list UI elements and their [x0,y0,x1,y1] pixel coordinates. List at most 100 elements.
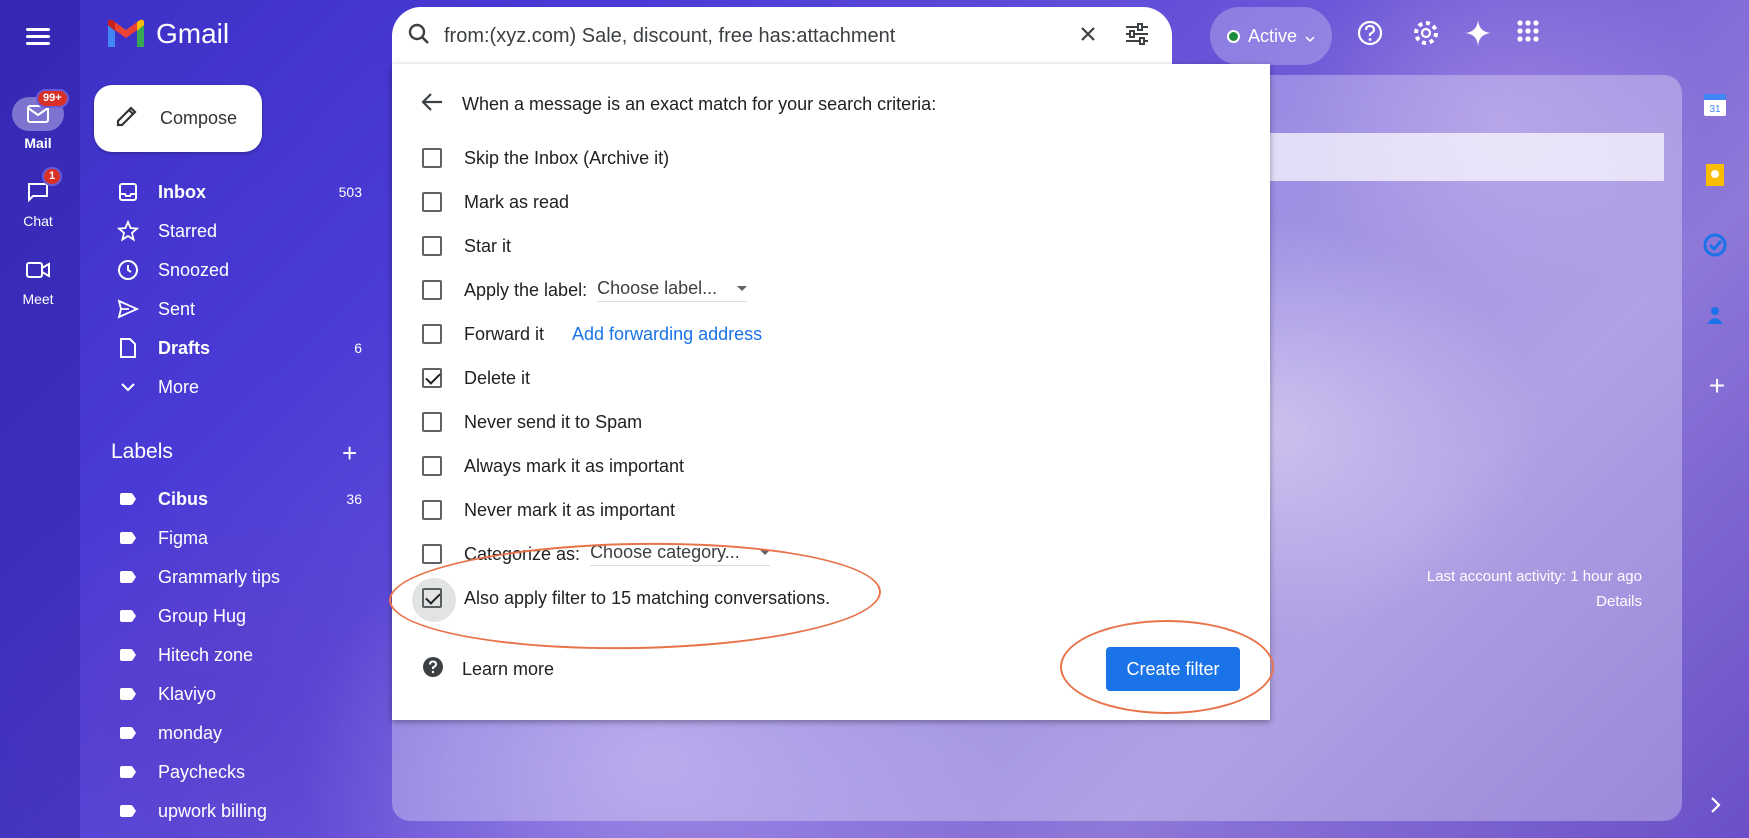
label-count: 36 [346,491,362,507]
apps-grid-icon[interactable] [1515,18,1551,54]
add-label-icon[interactable]: + [342,440,357,466]
nav-starred[interactable]: Starred [94,213,374,249]
search-input[interactable]: from:(xyz.com) Sale, discount, free has:… [444,25,1078,48]
label-icon [114,766,142,778]
label-icon [114,727,142,739]
nav-inbox[interactable]: Inbox 503 [94,174,374,210]
label-name: Hitech zone [158,644,254,665]
status-button[interactable]: Active [1210,7,1332,65]
nav-sent[interactable]: Sent [94,291,374,327]
calendar-icon[interactable]: 31 [1702,92,1732,122]
main-menu-icon[interactable] [20,20,56,52]
label-name: Grammarly tips [158,566,281,587]
toolbar-strip [1270,133,1664,181]
search-bar[interactable]: from:(xyz.com) Sale, discount, free has:… [392,7,1172,65]
option-mark-read[interactable]: Mark as read [422,187,569,217]
checkbox[interactable] [422,148,442,168]
label-icon [114,532,142,544]
label-item[interactable]: Figma [94,520,374,556]
learn-more-link[interactable]: Learn more [462,659,554,680]
option-never-spam[interactable]: Never send it to Spam [422,407,642,437]
close-icon[interactable] [1078,24,1098,49]
gear-icon[interactable] [1411,18,1447,54]
label-item[interactable]: monday [94,715,374,751]
checkbox[interactable] [422,544,442,564]
label-item[interactable]: upwork billing [94,793,374,829]
add-forwarding-address-link[interactable]: Add forwarding address [572,324,762,345]
option-always-important[interactable]: Always mark it as important [422,451,684,481]
search-icon[interactable] [406,21,432,52]
video-camera-icon [12,253,64,287]
label-item[interactable]: Grammarly tips [94,559,374,595]
chevron-right-icon[interactable] [1702,792,1732,822]
checkbox[interactable] [422,324,442,344]
mail-icon: 99+ [12,89,69,131]
checkbox[interactable] [422,192,442,212]
tasks-icon[interactable] [1702,232,1732,262]
help-icon[interactable] [1355,18,1391,54]
option-label: Skip the Inbox (Archive it) [464,147,670,168]
label-name: Cibus [158,488,209,509]
compose-button[interactable]: Compose [94,85,262,152]
label-item[interactable]: Hitech zone [94,637,374,673]
gmail-logo[interactable]: Gmail [106,18,229,50]
nav-count: 503 [338,184,362,200]
nav-label: Inbox [158,181,206,202]
rail-chat-label: Chat [23,213,53,229]
star-icon [114,220,142,242]
mail-badge: 99+ [36,89,69,108]
option-never-important[interactable]: Never mark it as important [422,495,675,525]
clock-icon [114,259,142,281]
learn-more-row[interactable]: Learn more [422,654,554,684]
checkbox[interactable] [422,280,442,300]
option-label: Delete it [464,367,531,388]
rail-meet-label: Meet [22,291,54,307]
option-apply-label[interactable]: Apply the label: Choose label... [422,275,748,305]
option-skip-inbox[interactable]: Skip the Inbox (Archive it) [422,143,669,173]
sparkle-icon[interactable] [1463,18,1499,54]
checkbox[interactable] [422,236,442,256]
keep-icon[interactable] [1702,162,1732,192]
checkbox[interactable] [422,456,442,476]
label-item[interactable]: Paychecks [94,754,374,790]
checkbox[interactable] [422,412,442,432]
rail-chat[interactable]: 1 Chat [0,167,76,229]
label-item[interactable]: Klaviyo [94,676,374,712]
details-link[interactable]: Details [1427,589,1642,614]
search-options-icon[interactable] [1124,22,1150,50]
label-icon [114,649,142,661]
label-item[interactable]: Group Hug [94,598,374,634]
add-addon-icon[interactable]: + [1702,372,1732,402]
rail-meet[interactable]: Meet [0,253,76,307]
label-name: upwork billing [158,800,268,821]
rail-mail[interactable]: 99+ Mail [0,89,76,151]
label-name: Klaviyo [158,683,217,704]
label-icon [114,610,142,622]
back-arrow-icon[interactable] [420,91,444,118]
inbox-icon [114,182,142,202]
option-star[interactable]: Star it [422,231,511,261]
label-name: Paychecks [158,761,246,782]
option-forward[interactable]: Forward it Add forwarding address [422,319,762,349]
option-label: Forward it [464,323,545,344]
pencil-icon [114,103,140,134]
option-delete[interactable]: Delete it [422,363,530,393]
label-select[interactable]: Choose label... [597,278,748,302]
nav-snoozed[interactable]: Snoozed [94,252,374,288]
nav-more[interactable]: More [94,369,374,405]
label-name: monday [158,722,223,743]
chevron-down-icon [1305,26,1315,47]
activity-text: Last account activity: 1 hour ago [1426,568,1642,585]
label-item[interactable]: Cibus 36 [94,481,374,517]
nav-label: Starred [158,220,218,241]
checkbox-checked[interactable] [422,368,442,388]
send-icon [114,299,142,319]
status-label: Active [1247,25,1298,46]
option-label: Never mark it as important [464,499,676,520]
option-label: Mark as read [464,191,570,212]
nav-drafts[interactable]: Drafts 6 [94,330,374,366]
checkbox[interactable] [422,500,442,520]
annotation-ellipse-create [1060,620,1274,714]
contacts-icon[interactable] [1702,302,1732,332]
dropdown-caret-icon [737,286,748,291]
